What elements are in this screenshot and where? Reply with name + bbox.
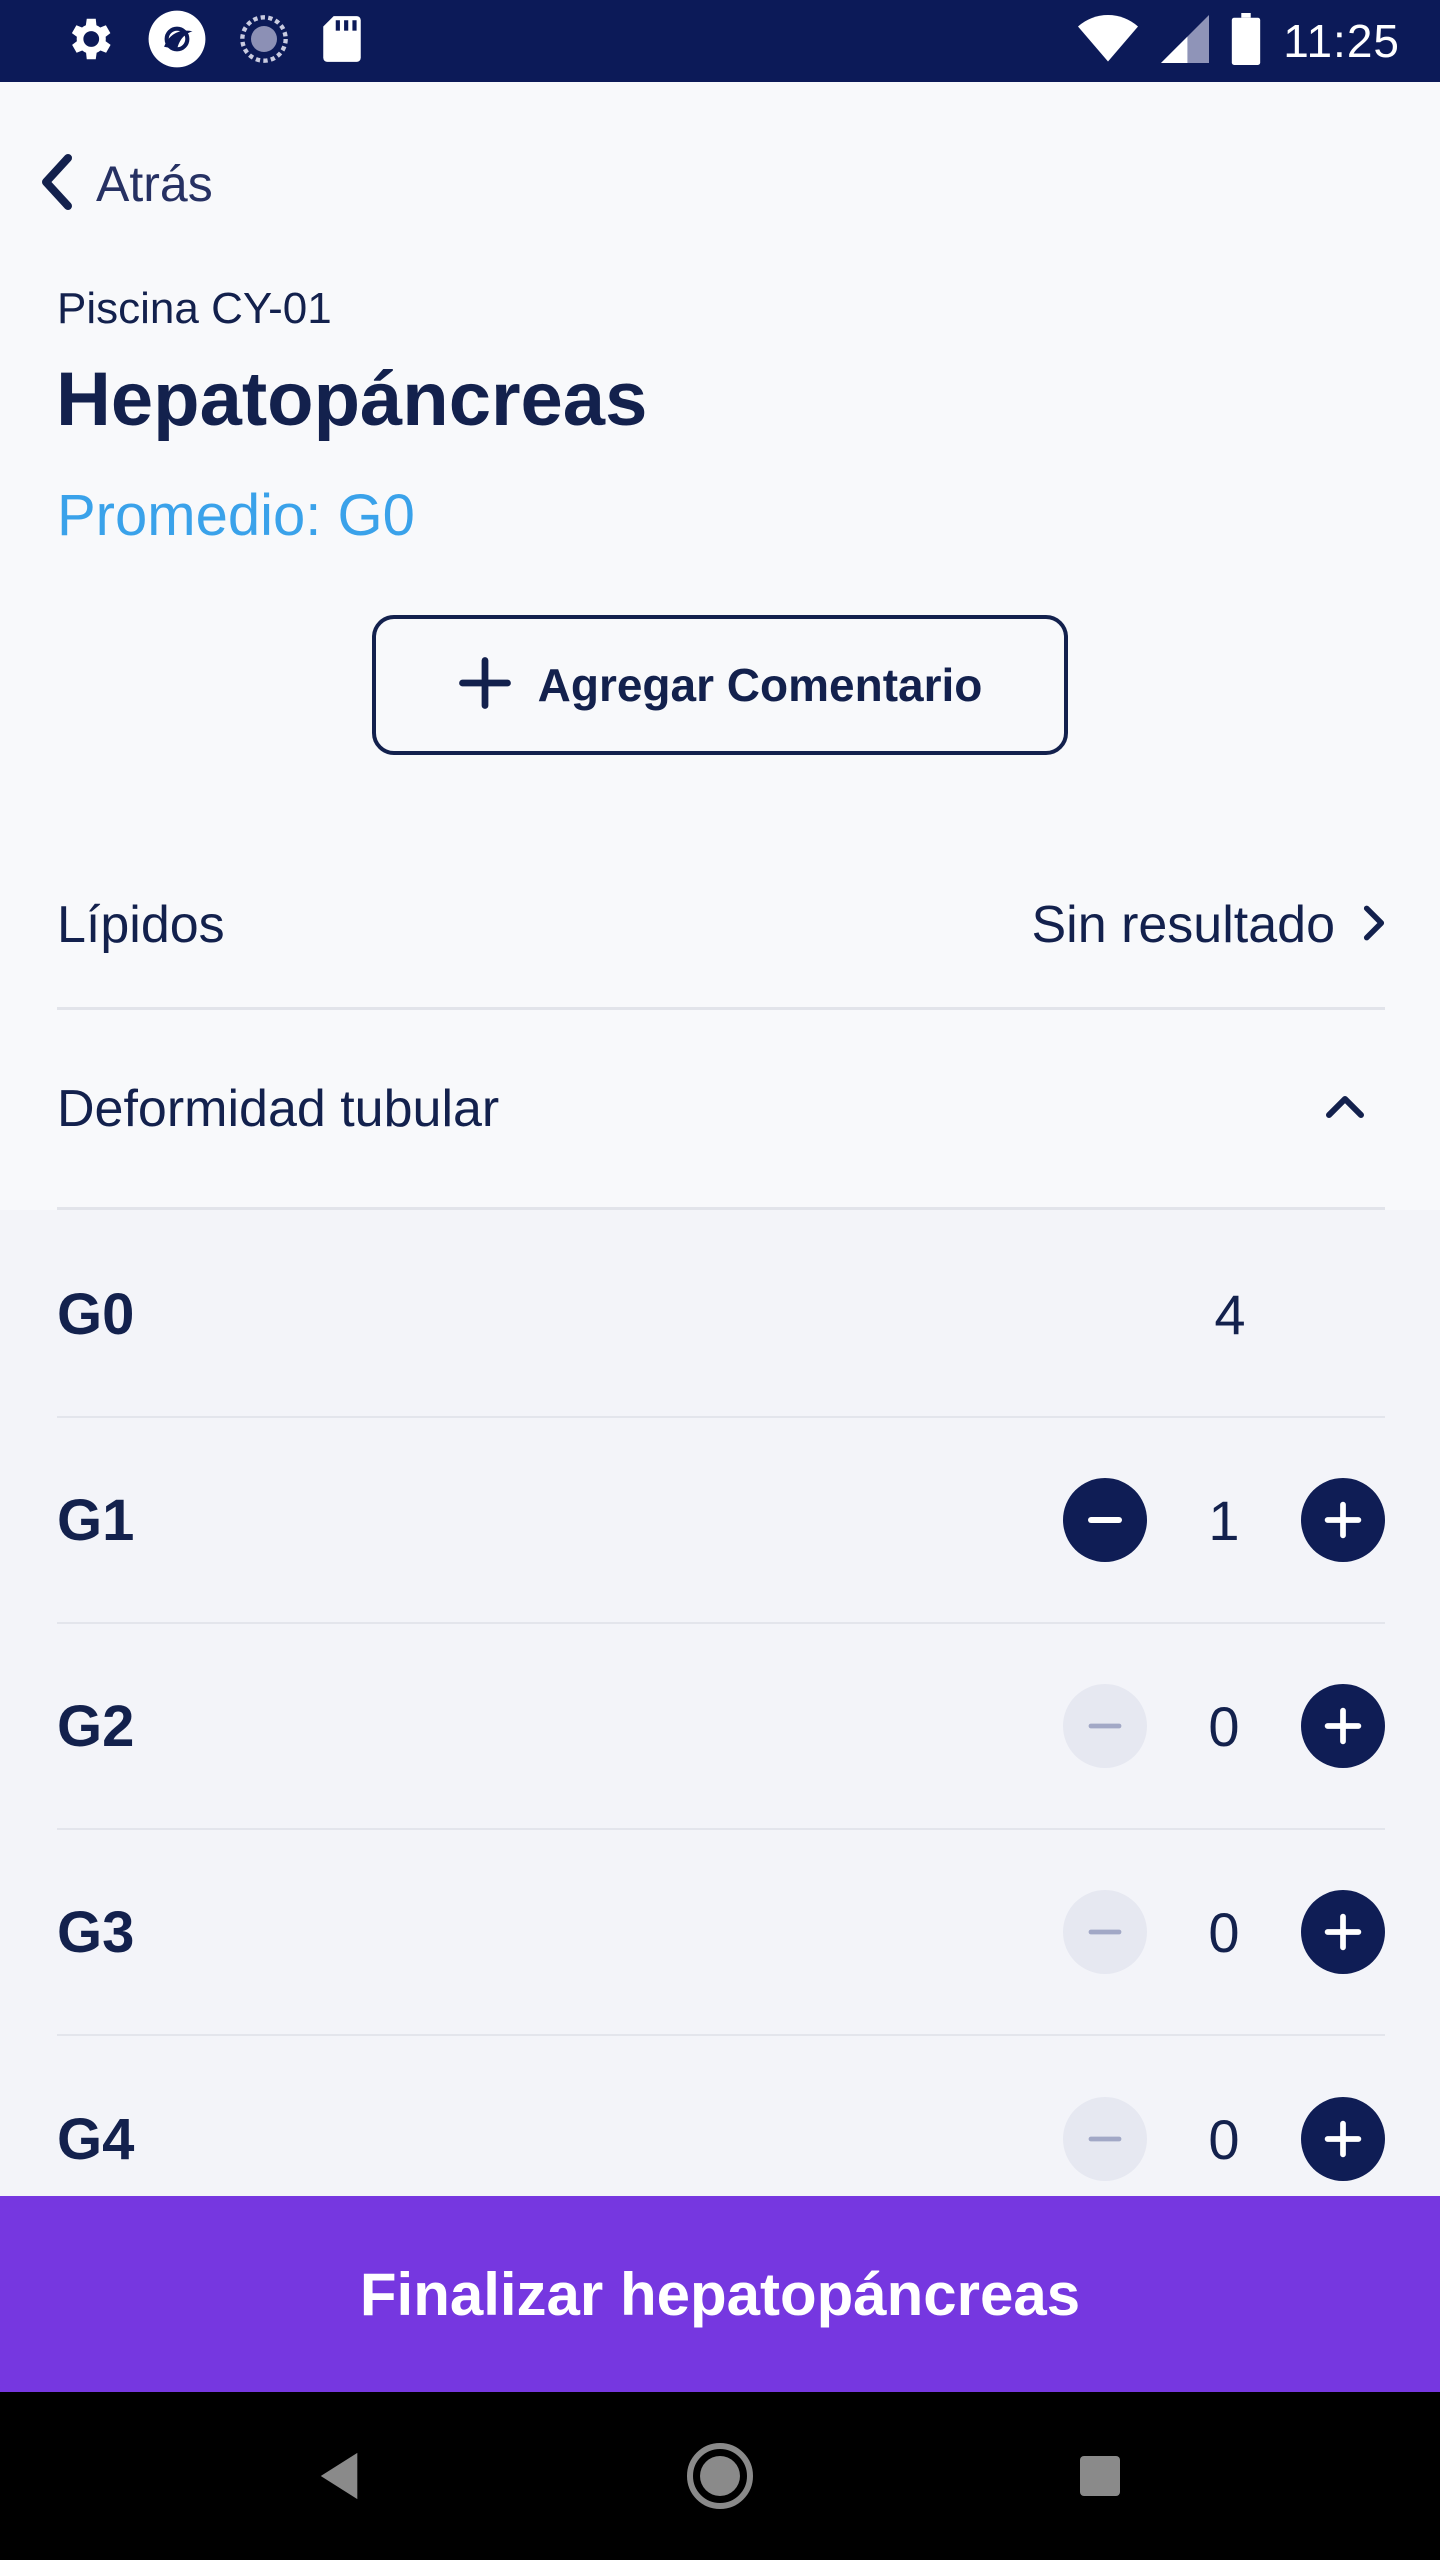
grade-label: G0 bbox=[57, 1281, 135, 1347]
chevron-up-icon[interactable] bbox=[1325, 1095, 1365, 1123]
decrement-button[interactable] bbox=[1063, 1890, 1147, 1974]
status-left-icons bbox=[62, 8, 394, 74]
section-result-value: Sin resultado bbox=[1031, 895, 1335, 954]
grade-row-g0: G0 4 bbox=[57, 1212, 1385, 1418]
minus-icon bbox=[1088, 1929, 1122, 1935]
grade-stepper: 0 bbox=[1063, 1890, 1385, 1974]
section-label: Lípidos bbox=[57, 895, 225, 954]
plus-icon bbox=[1324, 2120, 1362, 2158]
status-right-icons: 11:25 bbox=[1055, 13, 1400, 69]
plus-icon bbox=[1324, 1501, 1362, 1539]
grade-stepper: 1 bbox=[1063, 1478, 1385, 1562]
grade-row-g2: G2 0 bbox=[57, 1624, 1385, 1830]
section-result: Sin resultado bbox=[1031, 895, 1385, 955]
nav-home-icon[interactable] bbox=[660, 2416, 780, 2536]
grade-count: 0 bbox=[1208, 1900, 1240, 1964]
grade-row-g1: G1 1 bbox=[57, 1418, 1385, 1624]
decrement-button[interactable] bbox=[1063, 2097, 1147, 2181]
grade-label: G3 bbox=[57, 1899, 135, 1965]
system-nav-bar bbox=[0, 2392, 1440, 2560]
nav-back-icon[interactable] bbox=[280, 2416, 400, 2536]
battery-icon bbox=[1231, 13, 1261, 69]
minus-icon bbox=[1088, 1517, 1122, 1523]
grade-count: 1 bbox=[1208, 1488, 1240, 1552]
sync-icon bbox=[238, 13, 290, 69]
increment-button[interactable] bbox=[1301, 1478, 1385, 1562]
grade-label: G4 bbox=[57, 2106, 135, 2172]
grade-row-g3: G3 0 bbox=[57, 1830, 1385, 2036]
decrement-button[interactable] bbox=[1063, 1684, 1147, 1768]
increment-button[interactable] bbox=[1301, 2097, 1385, 2181]
decrement-button[interactable] bbox=[1063, 1478, 1147, 1562]
plus-icon bbox=[1324, 1913, 1362, 1951]
grade-label: G1 bbox=[57, 1487, 135, 1553]
grade-label: G2 bbox=[57, 1693, 135, 1759]
page-title: Hepatopáncreas bbox=[56, 357, 648, 442]
add-comment-label: Agregar Comentario bbox=[537, 659, 983, 711]
plus-icon bbox=[1324, 1707, 1362, 1745]
grade-stepper: 0 bbox=[1063, 2097, 1385, 2181]
back-button[interactable]: Atrás bbox=[38, 148, 213, 220]
plus-icon bbox=[458, 656, 512, 714]
app-logo-icon bbox=[146, 8, 208, 74]
add-comment-button[interactable]: Agregar Comentario bbox=[372, 615, 1068, 755]
signal-icon bbox=[1161, 14, 1210, 68]
finish-hepatopancreas-button[interactable]: Finalizar hepatopáncreas bbox=[0, 2196, 1440, 2392]
sd-card-icon bbox=[320, 14, 364, 68]
section-label: Deformidad tubular bbox=[57, 1079, 500, 1138]
section-deformidad-tubular[interactable]: Deformidad tubular bbox=[57, 1010, 1385, 1210]
nav-recents-icon[interactable] bbox=[1040, 2416, 1160, 2536]
grade-count: 0 bbox=[1208, 2107, 1240, 2171]
status-bar: 11:25 bbox=[0, 0, 1440, 82]
pool-subtitle: Piscina CY-01 bbox=[57, 284, 332, 333]
minus-icon bbox=[1088, 1723, 1122, 1729]
chevron-left-icon bbox=[38, 152, 74, 216]
minus-icon bbox=[1088, 2136, 1122, 2142]
increment-button[interactable] bbox=[1301, 1684, 1385, 1768]
settings-icon bbox=[62, 12, 116, 70]
back-label: Atrás bbox=[96, 156, 213, 212]
section-lipidos[interactable]: Lípidos Sin resultado bbox=[57, 842, 1385, 1010]
status-time: 11:25 bbox=[1283, 15, 1400, 67]
average-grade: Promedio: G0 bbox=[57, 483, 415, 548]
grade-stepper: 0 bbox=[1063, 1684, 1385, 1768]
wifi-icon bbox=[1077, 14, 1139, 68]
grade-count: 0 bbox=[1208, 1694, 1240, 1758]
grade-count: 4 bbox=[1214, 1282, 1246, 1346]
chevron-right-icon bbox=[1363, 904, 1385, 946]
increment-button[interactable] bbox=[1301, 1890, 1385, 1974]
